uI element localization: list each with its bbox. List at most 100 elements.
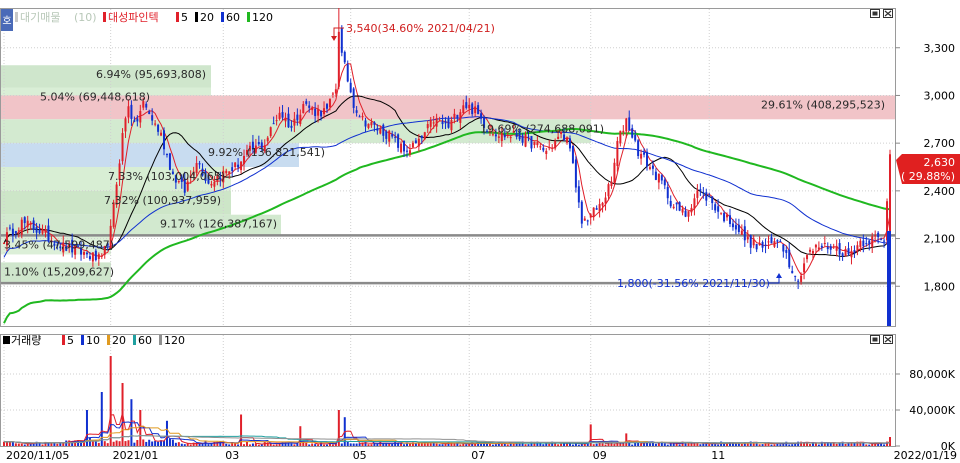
volume-bar [474, 443, 477, 446]
volume-bar [702, 443, 705, 446]
candle-body [94, 250, 97, 261]
volume-bar [314, 444, 317, 446]
candle-body [468, 104, 471, 109]
candle-body [545, 150, 548, 154]
candle-body [444, 121, 447, 124]
date-label: 05 [353, 449, 367, 462]
candle-body [889, 154, 891, 242]
volume-bar [699, 444, 702, 446]
candle-body [403, 140, 406, 152]
candle-body [800, 275, 803, 282]
volume-bar [157, 441, 160, 446]
candle-body [88, 256, 91, 260]
volume-bar [465, 444, 468, 446]
candle-body [684, 210, 687, 217]
volume-bar [459, 444, 462, 446]
supply-legend-label: 대기매물 [20, 11, 60, 24]
candle-body [862, 240, 865, 247]
candle-body [640, 153, 643, 159]
candle-body [160, 132, 163, 136]
supply-zone-label: 1.10% (15,209,627) [4, 265, 114, 278]
volume-bar [829, 443, 832, 446]
volume-bar [779, 444, 782, 446]
volume-bar [8, 441, 11, 446]
candle-body [874, 235, 877, 237]
candle-body [127, 106, 130, 118]
volume-bar [604, 444, 607, 446]
candle-body [548, 147, 551, 149]
candle-body [139, 111, 142, 123]
volume-bar [151, 441, 154, 446]
volume-bar [483, 443, 486, 446]
legend-label: 120 [252, 11, 273, 24]
candle-body [11, 228, 14, 236]
volume-bar [717, 444, 720, 446]
volume-bar [571, 444, 574, 446]
volume-bar [441, 444, 444, 446]
candle-body [803, 263, 806, 273]
legend-label: 10 [86, 334, 100, 347]
candle-body [272, 123, 275, 125]
candle-body [323, 108, 326, 115]
candle-body [631, 128, 634, 138]
candle-body [100, 255, 103, 257]
volume-bar [601, 443, 604, 446]
candle-body [456, 114, 459, 119]
volume-bar [640, 443, 643, 446]
candle-body [717, 206, 720, 212]
candle-body [595, 208, 598, 210]
candle-body [382, 124, 385, 136]
candle-body [705, 192, 708, 201]
candle-body [811, 250, 814, 254]
candle-body [850, 250, 853, 258]
volume-bar [595, 443, 598, 446]
volume-bar [376, 443, 379, 446]
volume-bar [770, 444, 773, 446]
candle-body [163, 130, 166, 150]
candle-body [823, 242, 826, 244]
candle-body [797, 280, 800, 282]
volume-bar [225, 443, 228, 446]
candle-body [237, 164, 240, 168]
candle-body [281, 112, 284, 118]
candle-body [832, 246, 835, 248]
candle-body [373, 122, 376, 125]
volume-bar [189, 444, 192, 446]
candle-body [293, 118, 296, 126]
supply-zone-label: 9.17% (126,387,167) [160, 218, 277, 231]
candle-body [693, 198, 696, 209]
candle-body [720, 212, 723, 214]
candle-body [607, 184, 610, 197]
volume-bar [539, 443, 542, 446]
candle-body [844, 248, 847, 257]
candle-body [571, 145, 574, 163]
date-label: 07 [471, 449, 485, 462]
candle-body [533, 141, 536, 146]
candle-body [414, 140, 417, 144]
volume-bar [740, 444, 743, 446]
candle-body [157, 124, 160, 132]
candle-body [97, 254, 100, 259]
candle-body [32, 220, 35, 230]
candle-body [438, 120, 441, 122]
candle-body [654, 171, 657, 180]
supply-marker [15, 12, 18, 22]
candle-body [554, 140, 557, 149]
candle-body [136, 118, 139, 122]
candle-body [29, 223, 32, 225]
volume-bar [844, 443, 847, 446]
volume-bar [207, 444, 210, 446]
volume-bar [758, 444, 761, 446]
volume-bar [88, 437, 91, 446]
candle-body [346, 64, 349, 82]
volume-bar [654, 443, 657, 446]
candle-body [376, 128, 379, 131]
candle-body [257, 142, 260, 145]
candle-body [634, 134, 637, 141]
volume-bar [311, 443, 314, 446]
legend-swatch [247, 12, 250, 22]
candle-body [740, 230, 743, 235]
candle-body [266, 137, 269, 142]
candle-body [391, 134, 394, 137]
candle-body [577, 186, 580, 203]
